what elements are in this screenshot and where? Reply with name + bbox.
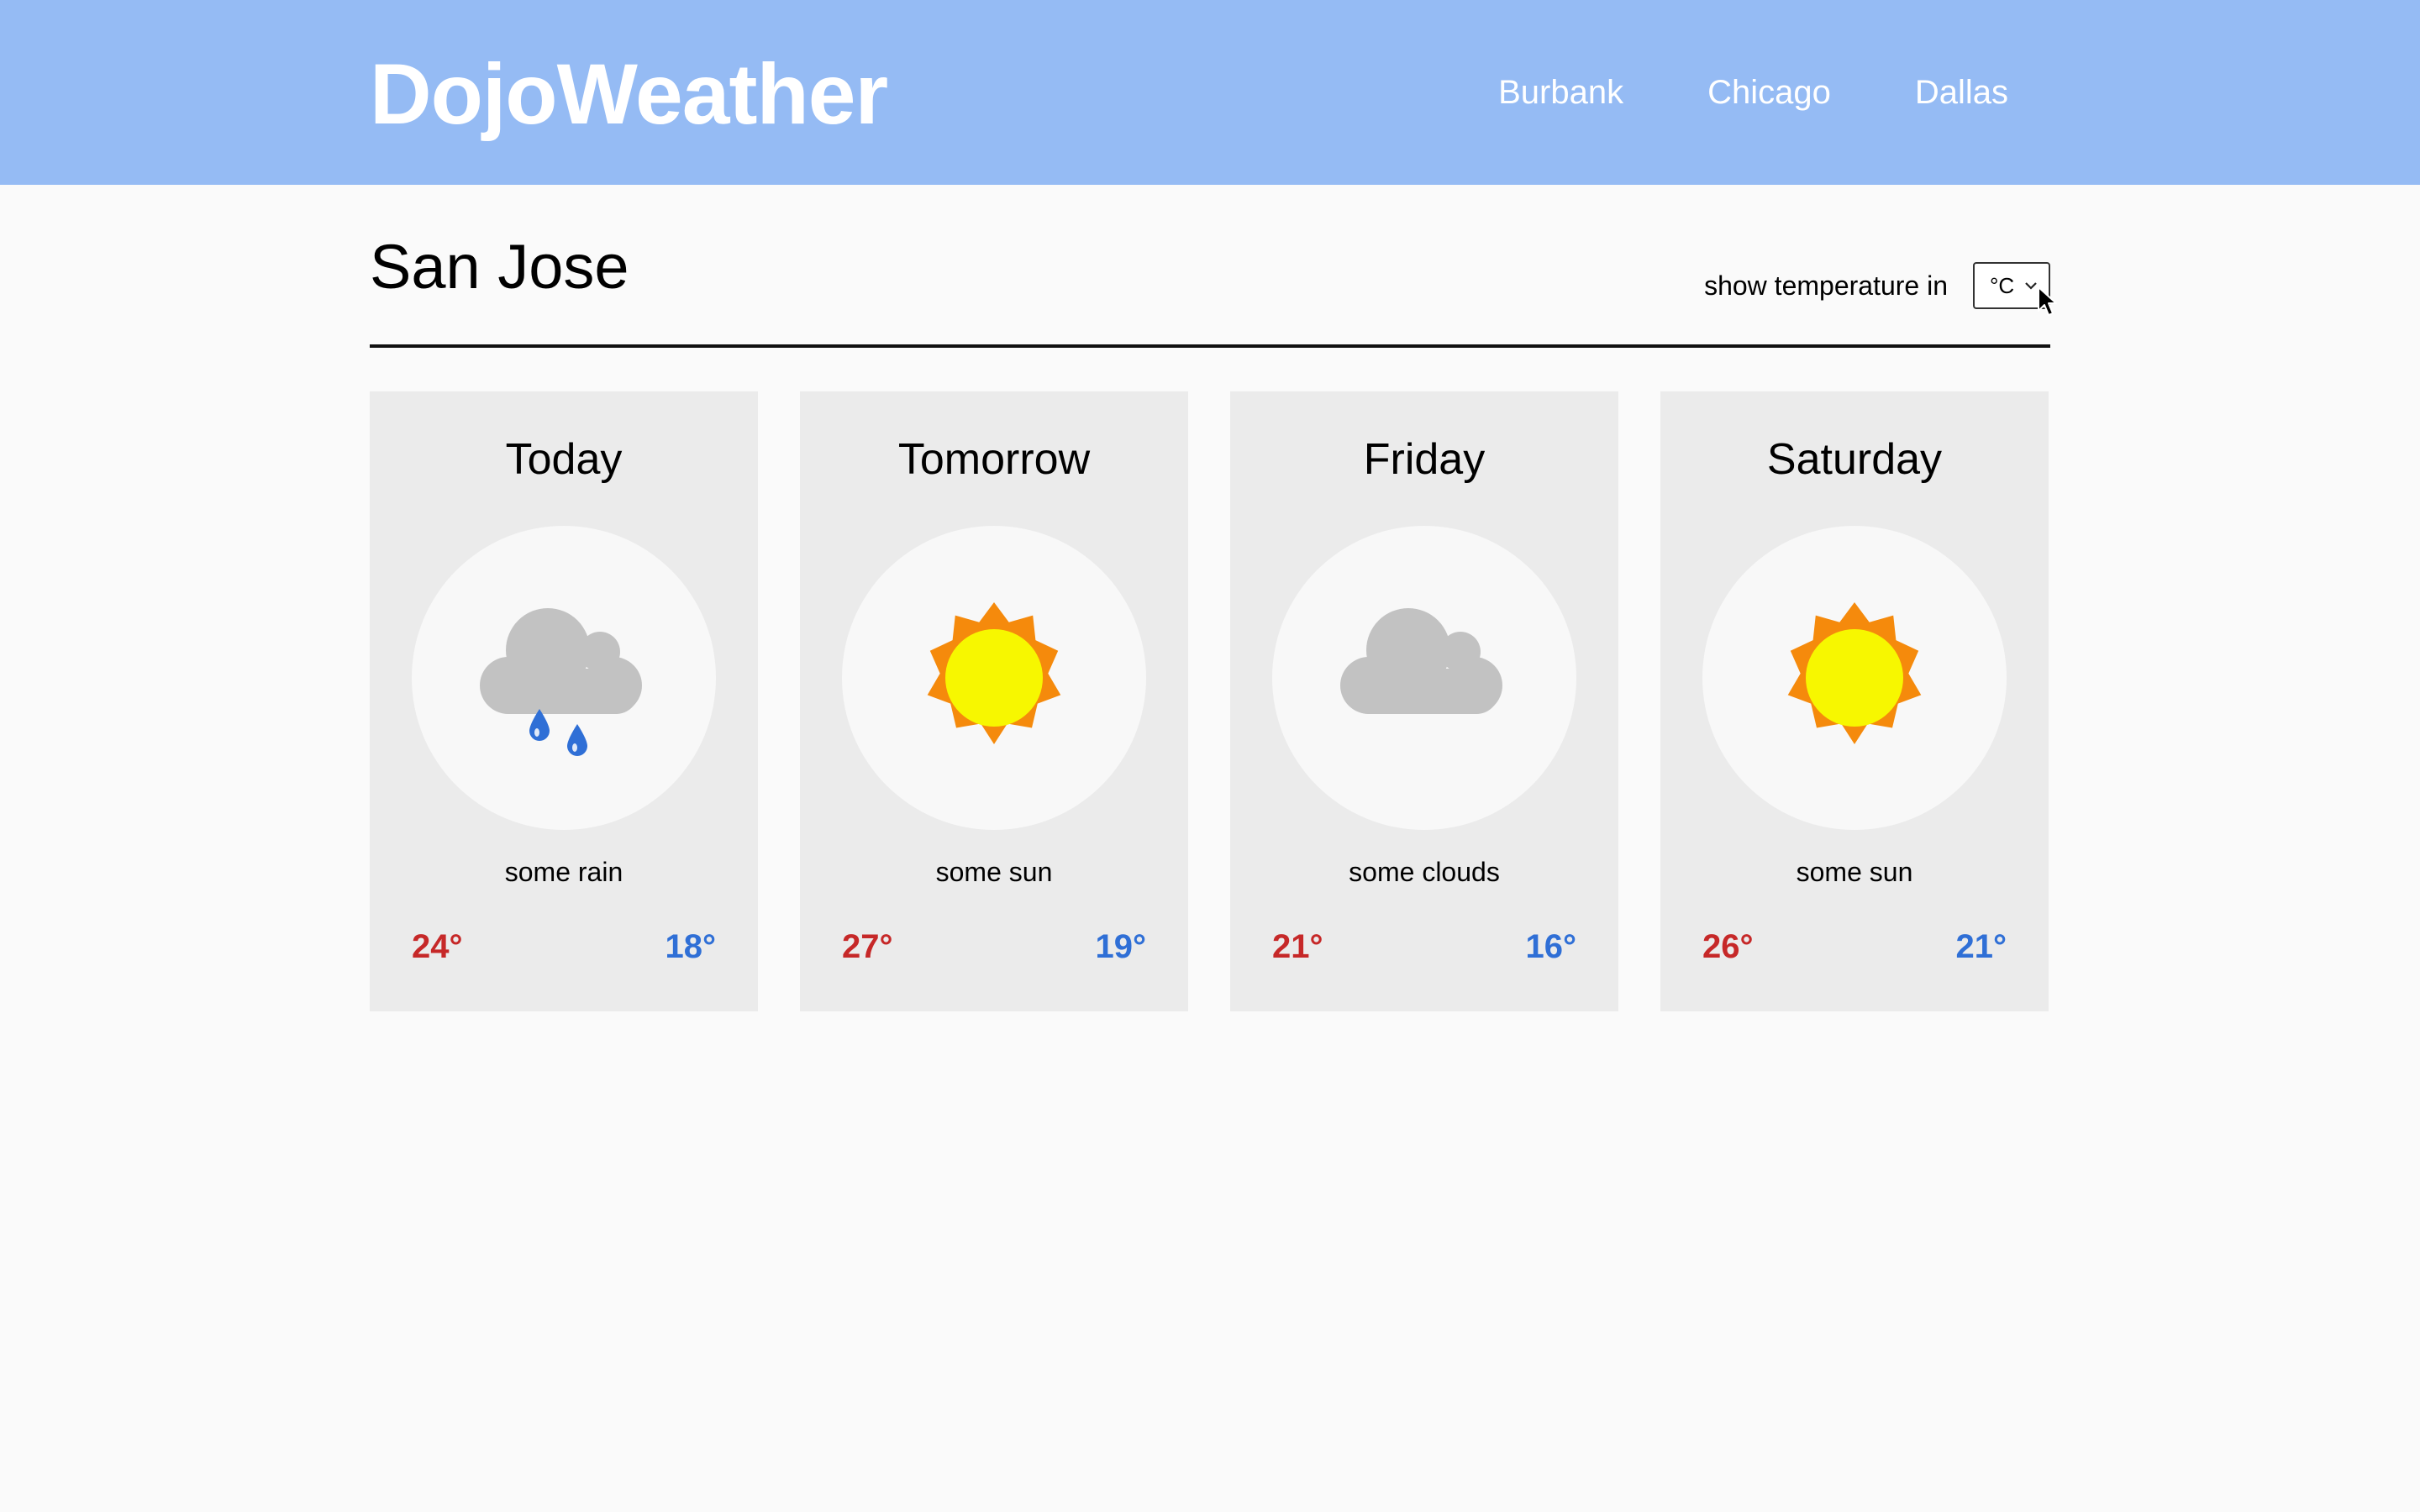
forecast-day: Friday [1363, 435, 1486, 484]
weather-icon-circle [412, 526, 716, 830]
high-temperature: 27° [842, 928, 893, 965]
forecast-card-today: Today some rain 24° 18° [370, 391, 758, 1011]
forecast-list: Today some rain 24° 18° Tomorrow some su… [370, 391, 2049, 1011]
forecast-description: some sun [1796, 857, 1913, 887]
weather-icon-circle [1272, 526, 1576, 830]
site-logo[interactable]: DojoWeather [370, 44, 888, 144]
forecast-day: Today [505, 435, 623, 484]
site-header: DojoWeather Burbank Chicago Dallas [0, 0, 2420, 185]
temperature-unit-value: °C [1990, 272, 2015, 298]
temperature-unit-control: show temperature in °C [1704, 262, 2050, 309]
forecast-card-friday: Friday some clouds 21° 16° [1230, 391, 1618, 1011]
forecast-description: some clouds [1349, 857, 1500, 887]
city-title: San Jose [370, 232, 629, 302]
city-nav: Burbank Chicago Dallas [1498, 67, 2008, 118]
header-divider [370, 344, 2050, 348]
nav-link-chicago[interactable]: Chicago [1707, 67, 1831, 118]
sun-icon [1787, 602, 1922, 744]
forecast-card-tomorrow: Tomorrow some sun 27° 19° [800, 391, 1188, 1011]
sun-icon [927, 602, 1061, 744]
cloud-icon [1340, 608, 1502, 714]
low-temperature: 16° [1525, 928, 1577, 965]
forecast-day: Tomorrow [897, 435, 1091, 484]
forecast-description: some rain [504, 857, 623, 887]
nav-link-burbank[interactable]: Burbank [1498, 67, 1623, 118]
weather-icon-circle [1702, 526, 2007, 830]
low-temperature: 21° [1955, 928, 2007, 965]
mouse-cursor-icon [2038, 286, 2057, 316]
high-temperature: 21° [1272, 928, 1323, 965]
forecast-card-saturday: Saturday some sun 26° 21° [1660, 391, 2049, 1011]
temperature-unit-label: show temperature in [1704, 270, 1948, 301]
weather-icon-circle [842, 526, 1146, 830]
forecast-day: Saturday [1766, 435, 1943, 484]
high-temperature: 26° [1702, 928, 1754, 965]
nav-link-dallas[interactable]: Dallas [1915, 67, 2008, 118]
forecast-description: some sun [935, 857, 1053, 887]
rain-cloud-icon [480, 608, 642, 756]
low-temperature: 19° [1095, 928, 1147, 965]
high-temperature: 24° [412, 928, 463, 965]
low-temperature: 18° [665, 928, 717, 965]
